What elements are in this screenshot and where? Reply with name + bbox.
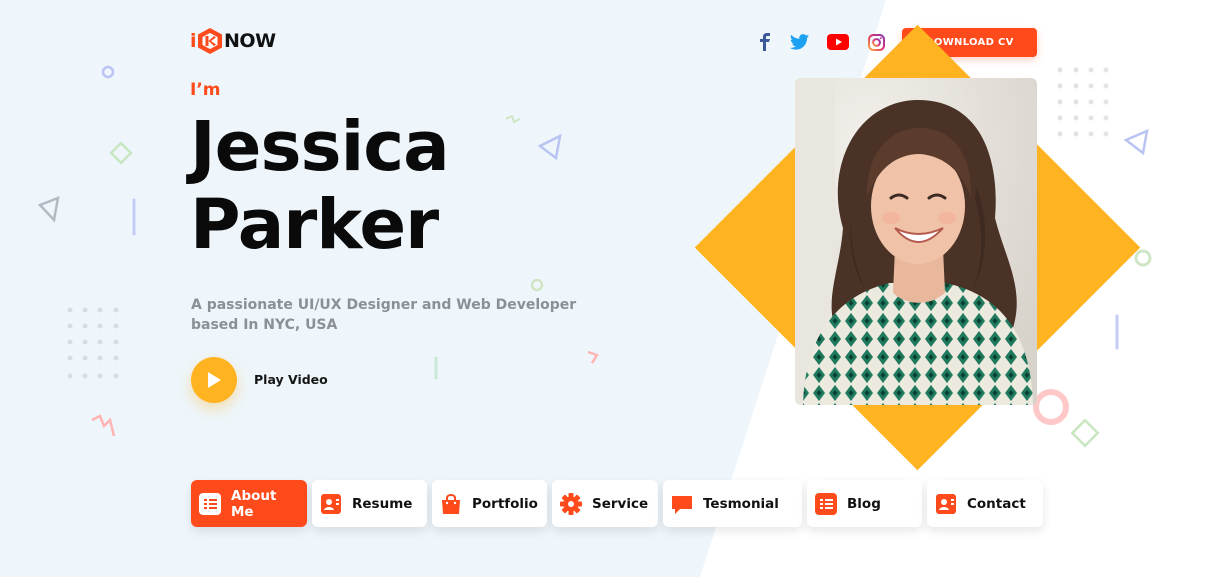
nav-label: Portfolio — [472, 495, 538, 512]
youtube-icon[interactable] — [826, 31, 850, 53]
chat-bubble-icon — [671, 493, 693, 515]
logo-letter-i: i — [190, 30, 197, 52]
nav-label: Resume — [352, 495, 413, 512]
nav-item-service[interactable]: Service — [552, 480, 658, 527]
facebook-icon[interactable] — [754, 31, 776, 53]
tagline-line-1: A passionate UI/UX Designer and Web Deve… — [191, 297, 577, 313]
instagram-icon[interactable] — [865, 31, 887, 53]
list-icon — [199, 492, 221, 515]
twitter-icon[interactable] — [788, 31, 810, 53]
nav-label: Contact — [967, 495, 1026, 512]
shopping-bag-icon — [440, 493, 462, 515]
nav-item-contact[interactable]: Contact — [927, 480, 1043, 527]
profile-photo — [795, 78, 1037, 405]
nav-item-portfolio[interactable]: Portfolio — [432, 480, 547, 527]
tagline-line-2: based In NYC, USA — [191, 317, 338, 333]
list-icon — [815, 492, 837, 515]
play-video-label[interactable]: Play Video — [254, 372, 328, 387]
contact-card-icon — [320, 493, 342, 515]
page-title: Jessica Parker — [190, 108, 610, 264]
tagline: A passionate UI/UX Designer and Web Deve… — [191, 295, 611, 335]
site-logo[interactable]: i NOW — [190, 27, 276, 55]
nav-item-about-me[interactable]: About Me — [191, 480, 307, 527]
gear-icon — [560, 492, 582, 515]
contact-card-icon — [935, 493, 957, 515]
last-name: Parker — [190, 185, 439, 265]
play-video-button[interactable] — [191, 357, 237, 403]
nav-item-testimonial[interactable]: Tesmonial — [663, 480, 802, 527]
nav-item-blog[interactable]: Blog — [807, 480, 922, 527]
play-icon — [208, 372, 221, 388]
main-nav: About Me Resume Portfolio Service Tesmon… — [191, 480, 1043, 527]
nav-item-resume[interactable]: Resume — [312, 480, 427, 527]
nav-label: Blog — [847, 495, 881, 512]
nav-label: Service — [592, 495, 649, 512]
nav-label: Tesmonial — [703, 495, 779, 512]
greeting-text: I’m — [190, 80, 221, 100]
logo-text: NOW — [224, 30, 276, 52]
nav-label: About Me — [231, 487, 277, 520]
logo-k-mark-icon — [197, 27, 223, 55]
first-name: Jessica — [190, 107, 450, 187]
